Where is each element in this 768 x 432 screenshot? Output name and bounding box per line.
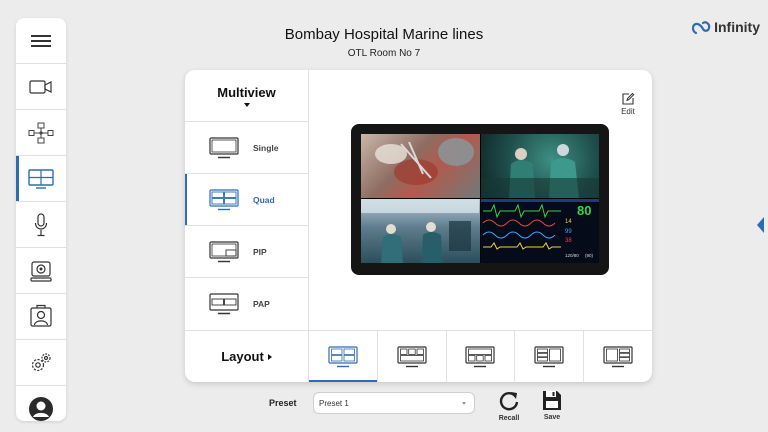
edit-icon <box>622 92 635 105</box>
settings-icon <box>31 352 51 371</box>
recall-label: Recall <box>498 415 520 422</box>
pip-view-icon <box>209 240 239 262</box>
vitals-value-3: 99 <box>565 229 572 235</box>
caret-down-icon <box>243 102 250 107</box>
sidebar <box>16 18 66 421</box>
layout-bar: Layout <box>185 330 652 382</box>
multiview-title: Multiview <box>217 84 276 100</box>
quad-view-icon <box>209 188 239 210</box>
page-title: Bombay Hospital Marine lines <box>284 26 484 43</box>
infinity-logo-icon <box>692 21 711 35</box>
page-header: Bombay Hospital Marine lines OTL Room No… <box>0 26 768 59</box>
layout-grid-4-icon <box>328 345 358 367</box>
vitals-value-2: 14 <box>565 219 572 225</box>
doctor-display-icon <box>30 304 52 327</box>
webcam-icon <box>30 260 52 282</box>
video-feed-patient-vitals-monitor: 80 14 99 38 120/80 (90) <box>480 199 599 263</box>
video-feed-surgical-field <box>361 134 480 198</box>
edit-button[interactable]: Edit <box>621 92 635 116</box>
mode-quad[interactable]: Quad <box>185 174 308 226</box>
mode-single[interactable]: Single <box>185 122 308 174</box>
vitals-value-4: 38 <box>565 238 572 244</box>
caret-right-icon <box>267 353 272 360</box>
vitals-bp-mean: (90) <box>585 253 594 258</box>
sidebar-item-doctor-display[interactable] <box>16 294 66 340</box>
brand-name: Infinity <box>714 19 760 35</box>
layout-option-grid-4[interactable] <box>309 331 378 382</box>
vitals-blood-pressure: 120/80 <box>565 253 579 258</box>
preset-select[interactable]: Preset 1 <box>313 392 475 414</box>
layout-option-one-left-three-right[interactable] <box>584 331 652 382</box>
network-icon <box>28 122 54 143</box>
mode-quad-label: Quad <box>253 194 275 205</box>
pap-view-icon <box>209 293 239 315</box>
sidebar-item-network[interactable] <box>16 110 66 156</box>
mode-pap[interactable]: PAP <box>185 278 308 330</box>
mode-pip-label: PIP <box>253 246 267 257</box>
preset-selected-value: Preset 1 <box>319 398 349 408</box>
mode-pap-label: PAP <box>253 299 270 309</box>
mode-single-label: Single <box>253 142 279 153</box>
multiview-dropdown[interactable]: Multiview <box>185 70 308 122</box>
sidebar-item-microphone[interactable] <box>16 202 66 248</box>
layout-option-three-top-one-bottom[interactable] <box>378 331 447 382</box>
multiview-mode-list: Multiview Single Quad PIP PAP <box>185 70 309 330</box>
recall-icon <box>499 392 519 411</box>
room-subtitle: OTL Room No 7 <box>347 48 421 59</box>
preview-area: Edit 80 14 99 38 120/80 (90) <box>309 70 652 330</box>
video-feed-operating-room-wide <box>361 199 480 263</box>
sidebar-item-video[interactable] <box>16 64 66 110</box>
vitals-heart-rate: 80 <box>577 203 591 218</box>
layout-three-top-icon <box>397 345 427 367</box>
layout-option-three-left-one-right[interactable] <box>515 331 585 382</box>
layout-three-left-icon <box>534 345 564 367</box>
preset-label: Preset <box>269 398 297 408</box>
multiview-icon <box>28 168 54 189</box>
sidebar-item-webcam[interactable] <box>16 248 66 294</box>
recall-button[interactable]: Recall <box>498 390 520 422</box>
single-view-icon <box>209 136 239 158</box>
layout-option-one-top-three-bottom[interactable] <box>447 331 516 382</box>
layout-label: Layout <box>221 349 264 364</box>
microphone-icon <box>34 212 48 236</box>
save-label: Save <box>543 414 561 421</box>
video-camera-icon <box>29 79 52 94</box>
sidebar-item-settings[interactable] <box>16 340 66 386</box>
layout-dropdown[interactable]: Layout <box>185 331 309 382</box>
edit-label: Edit <box>621 107 635 116</box>
save-button[interactable]: Save <box>542 390 562 421</box>
expand-panel-arrow-icon[interactable] <box>757 217 764 233</box>
sidebar-item-multiview[interactable] <box>16 156 66 202</box>
preset-row: Preset Preset 1 Recall Save <box>0 390 768 426</box>
video-feed-operating-room-surgeons <box>480 134 599 198</box>
preview-monitor: 80 14 99 38 120/80 (90) <box>351 124 609 275</box>
layout-three-bottom-icon <box>465 345 496 367</box>
mode-pip[interactable]: PIP <box>185 226 308 278</box>
save-icon <box>543 391 561 410</box>
quad-preview-screen: 80 14 99 38 120/80 (90) <box>361 134 599 263</box>
brand-logo: Infinity <box>691 18 760 36</box>
multiview-card: Multiview Single Quad PIP PAP Edit 80 14… <box>185 70 652 382</box>
layout-three-right-icon <box>603 345 633 367</box>
chevron-down-icon <box>462 402 466 405</box>
